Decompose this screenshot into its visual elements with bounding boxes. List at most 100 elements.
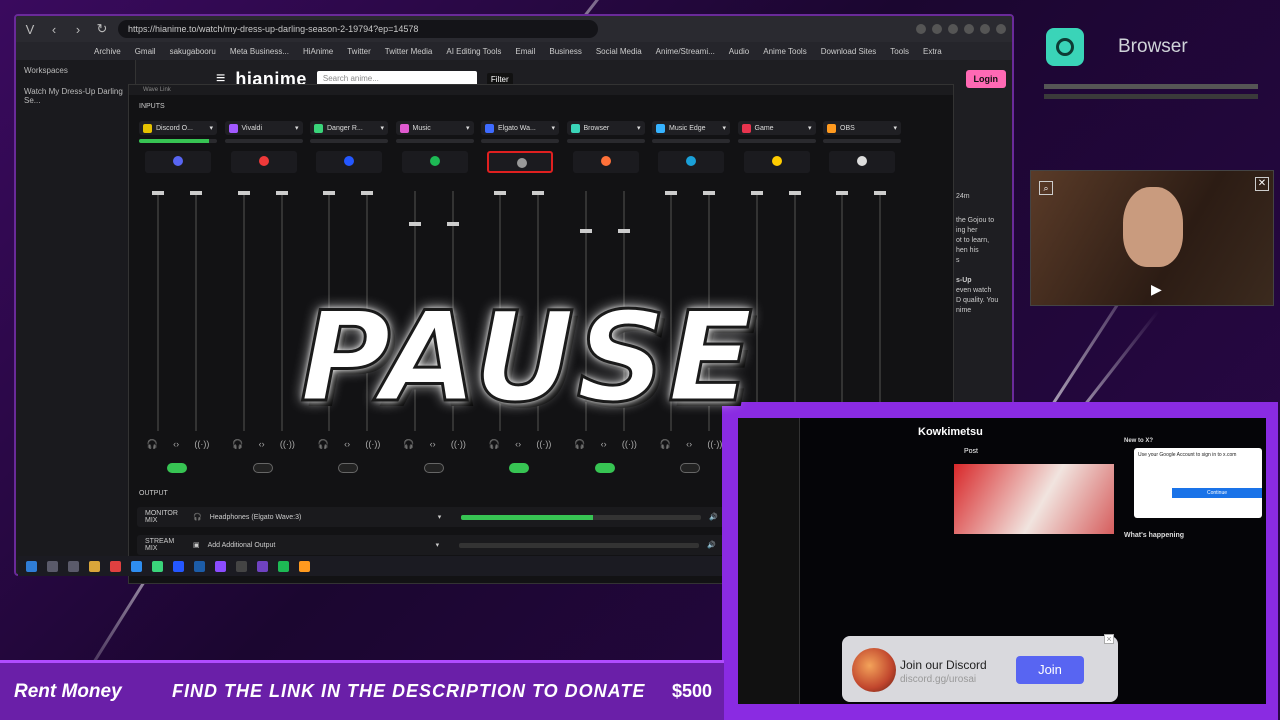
channel-toggle[interactable] xyxy=(252,463,273,473)
speaker-icon[interactable]: 🔊 xyxy=(709,513,718,521)
headphones-icon[interactable]: 🎧 xyxy=(574,439,585,450)
volume-fader-right[interactable] xyxy=(190,191,202,431)
channel-toggle[interactable] xyxy=(509,463,529,473)
fader-knob[interactable] xyxy=(788,191,801,195)
broadcast-icon[interactable]: ((·)) xyxy=(451,439,466,450)
link-icon[interactable]: ‹› xyxy=(686,439,692,450)
app-source-button[interactable] xyxy=(316,151,382,173)
bookmark[interactable]: Archive xyxy=(94,47,121,56)
channel-header[interactable]: Game ▾ xyxy=(737,121,816,135)
fader-knob[interactable] xyxy=(237,191,250,195)
bookmark[interactable]: Email xyxy=(515,47,535,56)
app-icon[interactable] xyxy=(194,560,205,572)
chevron-down-icon[interactable]: ▾ xyxy=(295,124,303,132)
extension-icon[interactable] xyxy=(916,24,926,34)
app-source-button[interactable] xyxy=(145,151,211,173)
fader-knob[interactable] xyxy=(665,191,677,195)
fader-knob[interactable] xyxy=(703,191,715,195)
broadcast-icon[interactable]: ((·)) xyxy=(280,439,295,450)
fader-knob[interactable] xyxy=(532,191,544,195)
chevron-down-icon[interactable]: ▾ xyxy=(466,124,474,132)
app-icon[interactable] xyxy=(152,560,163,572)
chevron-down-icon[interactable]: ▾ xyxy=(722,124,730,132)
fader-knob[interactable] xyxy=(275,191,288,195)
bookmark[interactable]: Anime/Streami... xyxy=(656,47,715,56)
broadcast-icon[interactable]: ((·)) xyxy=(622,439,637,450)
reload-icon[interactable]: ↻ xyxy=(94,21,110,37)
chevron-down-icon[interactable]: ▾ xyxy=(209,124,217,132)
fader-knob[interactable] xyxy=(446,222,459,227)
broadcast-icon[interactable]: ((·)) xyxy=(194,439,209,450)
bookmark[interactable]: Audio xyxy=(729,47,749,56)
bookmark[interactable]: Business xyxy=(549,47,581,56)
app-source-button[interactable] xyxy=(829,151,895,173)
channel-toggle[interactable] xyxy=(594,463,615,473)
channel-header[interactable]: Vivaldi ▾ xyxy=(224,121,303,135)
chevron-down-icon[interactable]: ▾ xyxy=(893,124,901,132)
continue-button[interactable]: Continue xyxy=(1172,488,1262,498)
extension-icon[interactable] xyxy=(980,24,990,34)
zoom-icon[interactable]: ⌕ xyxy=(1039,181,1053,195)
output-device-select[interactable]: Add Additional Output xyxy=(208,542,428,549)
discord-invite-link[interactable]: discord.gg/urosai xyxy=(900,674,976,685)
speaker-icon[interactable]: 🔊 xyxy=(707,541,716,549)
channel-header[interactable]: OBS ▾ xyxy=(823,121,901,135)
output-device-select[interactable]: Headphones (Elgato Wave:3) xyxy=(210,514,430,521)
back-icon[interactable]: ‹ xyxy=(46,22,62,37)
app-icon[interactable] xyxy=(131,560,142,572)
channel-header[interactable]: Discord O... ▾ xyxy=(139,121,217,135)
headphones-icon[interactable]: 🎧 xyxy=(232,439,243,450)
login-button[interactable]: Login xyxy=(965,70,1006,88)
fader-knob[interactable] xyxy=(408,222,421,227)
bookmark[interactable]: Tools xyxy=(890,47,909,56)
link-icon[interactable]: ‹› xyxy=(601,439,607,450)
bookmark[interactable]: sakugabooru xyxy=(170,47,216,56)
headphones-icon[interactable]: 🎧 xyxy=(318,439,329,450)
app-icon[interactable] xyxy=(110,560,121,572)
bookmark[interactable]: Download Sites xyxy=(821,47,877,56)
play-icon[interactable]: ▶ xyxy=(1151,281,1162,298)
extension-icon[interactable] xyxy=(964,24,974,34)
fader-knob[interactable] xyxy=(190,191,202,195)
bookmark[interactable]: Gmail xyxy=(135,47,156,56)
join-button[interactable]: Join xyxy=(1016,656,1084,684)
bookmark[interactable]: Social Media xyxy=(596,47,642,56)
channel-toggle[interactable] xyxy=(423,463,444,473)
bookmark[interactable]: Anime Tools xyxy=(763,47,806,56)
search-icon[interactable] xyxy=(47,560,58,572)
link-icon[interactable]: ‹› xyxy=(430,439,436,450)
headphones-icon[interactable]: 🎧 xyxy=(403,439,414,450)
chevron-down-icon[interactable]: ▾ xyxy=(438,513,442,521)
app-icon[interactable] xyxy=(278,560,289,572)
fader-knob[interactable] xyxy=(323,191,335,195)
app-icon[interactable] xyxy=(215,560,226,572)
post-image[interactable] xyxy=(954,464,1114,534)
broadcast-icon[interactable]: ((·)) xyxy=(707,439,722,450)
bookmark[interactable]: Twitter Media xyxy=(385,47,433,56)
channel-toggle[interactable] xyxy=(680,463,700,473)
extension-icon[interactable] xyxy=(932,24,942,34)
app-source-button[interactable] xyxy=(230,151,297,173)
bookmark[interactable]: Meta Business... xyxy=(230,47,289,56)
broadcast-icon[interactable]: ((·)) xyxy=(365,439,380,450)
close-icon[interactable]: × xyxy=(1104,634,1114,644)
app-icon[interactable] xyxy=(257,560,268,572)
volume-fader-left[interactable] xyxy=(237,191,250,431)
mic-muted-button[interactable] xyxy=(487,151,553,173)
chevron-down-icon[interactable]: ▾ xyxy=(380,124,388,132)
bookmark[interactable]: AI Editing Tools xyxy=(446,47,501,56)
volume-fader-right[interactable] xyxy=(275,191,288,431)
volume-fader-left[interactable] xyxy=(152,191,164,431)
fader-knob[interactable] xyxy=(579,229,592,234)
fader-knob[interactable] xyxy=(361,191,373,195)
bookmark[interactable]: Extra xyxy=(923,47,942,56)
forward-icon[interactable]: › xyxy=(70,22,86,37)
link-icon[interactable]: ‹› xyxy=(344,439,350,450)
app-source-button[interactable] xyxy=(401,151,468,173)
app-source-button[interactable] xyxy=(572,151,639,173)
channel-header[interactable]: Danger R... ▾ xyxy=(310,121,388,135)
app-icon[interactable] xyxy=(299,560,310,572)
channel-header[interactable]: Browser ▾ xyxy=(566,121,645,135)
sidebar-tab[interactable]: Watch My Dress-Up Darling Se... xyxy=(16,81,135,111)
app-icon[interactable] xyxy=(236,560,247,572)
